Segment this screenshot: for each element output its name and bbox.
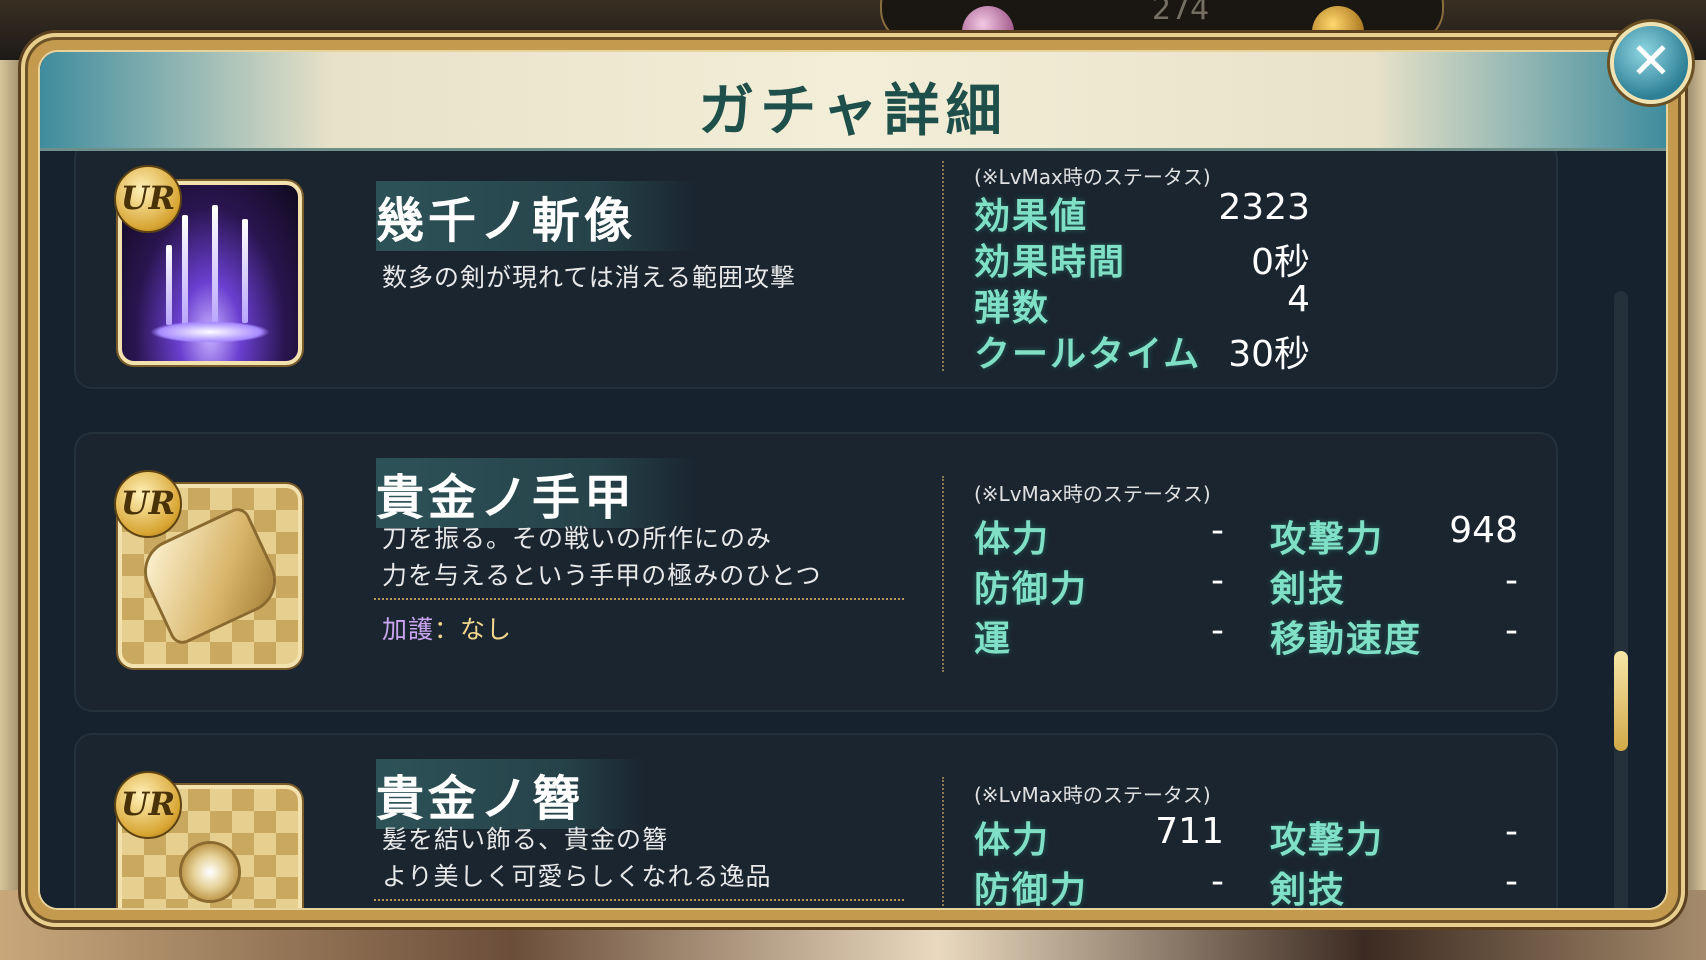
stat-label: 防御力 bbox=[974, 568, 1089, 610]
stat-label: 効果時間 bbox=[974, 241, 1127, 283]
stat-value: 0秒 bbox=[1251, 242, 1310, 283]
ur-rarity-badge: UR bbox=[114, 470, 182, 538]
stat-value: - bbox=[1211, 610, 1224, 651]
stat-label: 体力 bbox=[974, 819, 1051, 861]
stat-divider bbox=[942, 476, 944, 672]
stat-divider bbox=[942, 777, 944, 908]
list-item: UR 幾千ノ斬像 数多の剣が現れては消える範囲攻撃 (※LvMax時のステータス… bbox=[74, 151, 1558, 389]
stat-value: - bbox=[1505, 861, 1518, 902]
stat-value: 948 bbox=[1449, 510, 1518, 551]
dialog-inner: ガチャ詳細 UR 幾千ノ斬像 数多の剣が現れては消える範囲攻撃 (※LvMax時 bbox=[38, 50, 1668, 910]
dialog-title: ガチャ詳細 bbox=[698, 78, 1008, 144]
stat-label: 運 bbox=[974, 618, 1013, 660]
description-divider bbox=[374, 598, 904, 600]
stat-label: 攻撃力 bbox=[1270, 518, 1385, 560]
stat-note: (※LvMax時のステータス) bbox=[974, 482, 1211, 506]
item-description: 刀を振る。その戦いの所作にのみ 力を与えるという手甲の極みのひとつ bbox=[382, 524, 822, 590]
ur-rarity-badge: UR bbox=[114, 165, 182, 233]
scrollbar[interactable] bbox=[1614, 291, 1628, 908]
ur-rarity-badge: UR bbox=[114, 771, 182, 839]
stat-label: 剣技 bbox=[1270, 568, 1347, 610]
gacha-detail-dialog: ガチャ詳細 UR 幾千ノ斬像 数多の剣が現れては消える範囲攻撃 (※LvMax時 bbox=[28, 40, 1678, 920]
item-name: 幾千ノ斬像 bbox=[376, 181, 697, 251]
stat-value: - bbox=[1505, 610, 1518, 651]
item-description: 数多の剣が現れては消える範囲攻撃 bbox=[382, 263, 797, 292]
stat-label: 体力 bbox=[974, 518, 1051, 560]
stat-note: (※LvMax時のステータス) bbox=[974, 165, 1211, 189]
item-list[interactable]: UR 幾千ノ斬像 数多の剣が現れては消える範囲攻撃 (※LvMax時のステータス… bbox=[40, 151, 1666, 908]
scrollbar-thumb[interactable] bbox=[1614, 651, 1628, 751]
item-description: 髪を結い飾る、貴金の簪 より美しく可愛らしくなれる逸品 bbox=[382, 825, 772, 891]
list-item: UR 貴金ノ手甲 刀を振る。その戦いの所作にのみ 力を与えるという手甲の極みのひ… bbox=[74, 432, 1558, 712]
stat-value: 4 bbox=[1287, 279, 1310, 320]
stat-value: 2323 bbox=[1218, 187, 1310, 228]
currency-bar: 274 bbox=[880, 0, 1444, 58]
stat-note: (※LvMax時のステータス) bbox=[974, 783, 1211, 807]
stat-value: 30秒 bbox=[1228, 334, 1310, 375]
stat-label: 弾数 bbox=[974, 287, 1051, 329]
stat-label: 防御力 bbox=[974, 869, 1089, 908]
stat-value: - bbox=[1211, 510, 1224, 551]
stat-value: 711 bbox=[1155, 811, 1224, 852]
description-divider bbox=[374, 899, 904, 901]
stat-label: 剣技 bbox=[1270, 869, 1347, 908]
list-item: UR 貴金ノ簪 髪を結い飾る、貴金の簪 より美しく可愛らしくなれる逸品 (※Lv… bbox=[74, 733, 1558, 908]
stat-divider bbox=[942, 161, 944, 371]
close-icon: ✕ bbox=[1630, 32, 1672, 90]
currency-count: 274 bbox=[1152, 0, 1210, 27]
stat-value: - bbox=[1505, 560, 1518, 601]
stat-value: - bbox=[1505, 811, 1518, 852]
close-button[interactable]: ✕ bbox=[1610, 22, 1692, 104]
blessing-info: 加護：なし bbox=[382, 615, 513, 644]
dialog-header: ガチャ詳細 bbox=[40, 52, 1666, 151]
stat-label: 効果値 bbox=[974, 195, 1089, 237]
item-name: 貴金ノ手甲 bbox=[376, 458, 697, 528]
stat-label: 攻撃力 bbox=[1270, 819, 1385, 861]
stat-value: - bbox=[1211, 560, 1224, 601]
stat-value: - bbox=[1211, 861, 1224, 902]
item-name: 貴金ノ簪 bbox=[376, 759, 645, 829]
